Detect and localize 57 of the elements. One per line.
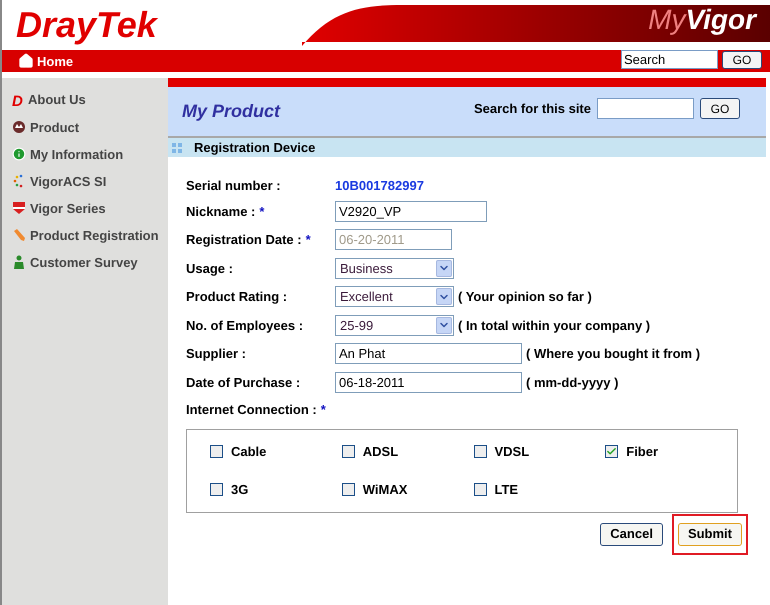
info-icon <box>12 147 26 161</box>
grid-icon <box>172 142 182 152</box>
page-title: My Product <box>182 100 280 123</box>
text-field[interactable]: V2920_VP <box>335 200 487 222</box>
connection-checkbox[interactable]: Fiber <box>605 442 737 462</box>
connection-checkbox[interactable]: 3G <box>210 480 342 499</box>
required-mark: * <box>259 202 264 220</box>
search-field[interactable]: Search <box>621 50 718 69</box>
serial-number: 10B001782997 <box>335 177 424 196</box>
field-label: Registration Date : <box>186 231 302 249</box>
device-icon <box>12 120 26 134</box>
logo-icon: D <box>12 94 24 109</box>
field-hint: ( mm-dd-yyyy ) <box>526 374 618 392</box>
field-label: Supplier : <box>186 345 246 363</box>
brand-title: MyVigor <box>648 4 756 35</box>
search-label: Search for this site <box>474 100 591 118</box>
shield-icon <box>12 201 26 215</box>
text-field[interactable]: An Phat <box>335 343 522 364</box>
field-label: Usage : <box>186 260 233 278</box>
dropdown[interactable]: 25-99 <box>335 314 454 336</box>
sidebar-item[interactable]: Vigor Series <box>8 201 164 217</box>
connection-checkbox[interactable]: Cable <box>210 442 342 462</box>
field-hint: ( Your opinion so far ) <box>458 288 592 306</box>
go-button[interactable]: GO <box>700 98 740 119</box>
dropdown[interactable]: Business <box>335 258 454 279</box>
section-title: Registration Device <box>194 138 316 157</box>
person-icon <box>12 255 26 269</box>
check-icon <box>606 446 618 458</box>
connection-checkbox[interactable]: WiMAX <box>342 480 474 499</box>
connection-checkbox[interactable]: VDSL <box>474 442 606 462</box>
go-button[interactable]: GO <box>722 50 762 68</box>
text-field[interactable]: 06-18-2011 <box>335 372 522 393</box>
field-label: Nickname : <box>186 202 256 220</box>
pencil-icon <box>12 228 26 242</box>
field-label: Serial number : <box>186 177 281 196</box>
brand-logo: DrayTek <box>16 3 157 47</box>
field-label: Product Rating : <box>186 288 288 306</box>
field-label: Date of Purchase : <box>186 374 300 392</box>
required-mark: * <box>320 400 326 419</box>
sidebar-item[interactable]: VigorACS SI <box>8 174 164 190</box>
sidebar-item[interactable]: Customer Survey <box>8 255 164 271</box>
field-label: Internet Connection : <box>186 400 317 419</box>
site-search-field[interactable] <box>597 98 694 119</box>
field-label: No. of Employees : <box>186 316 304 335</box>
cancel-button[interactable]: Cancel <box>600 522 663 546</box>
dropdown[interactable]: Excellent <box>335 286 454 308</box>
connection-checkbox[interactable]: LTE <box>474 480 606 499</box>
required-mark: * <box>306 231 311 249</box>
home-link[interactable]: Home <box>18 52 74 72</box>
sidebar-item[interactable]: My Information <box>8 147 164 163</box>
field-hint: ( In total within your company ) <box>458 316 650 335</box>
field-hint: ( Where you bought it from ) <box>526 345 700 363</box>
sidebar-item[interactable]: D About Us <box>8 92 164 109</box>
submit-button[interactable]: Submit <box>678 522 742 546</box>
sidebar-item[interactable]: Product Registration <box>8 228 164 244</box>
connection-checkbox[interactable]: ADSL <box>342 442 474 462</box>
sidebar-item[interactable]: Product <box>8 120 164 136</box>
